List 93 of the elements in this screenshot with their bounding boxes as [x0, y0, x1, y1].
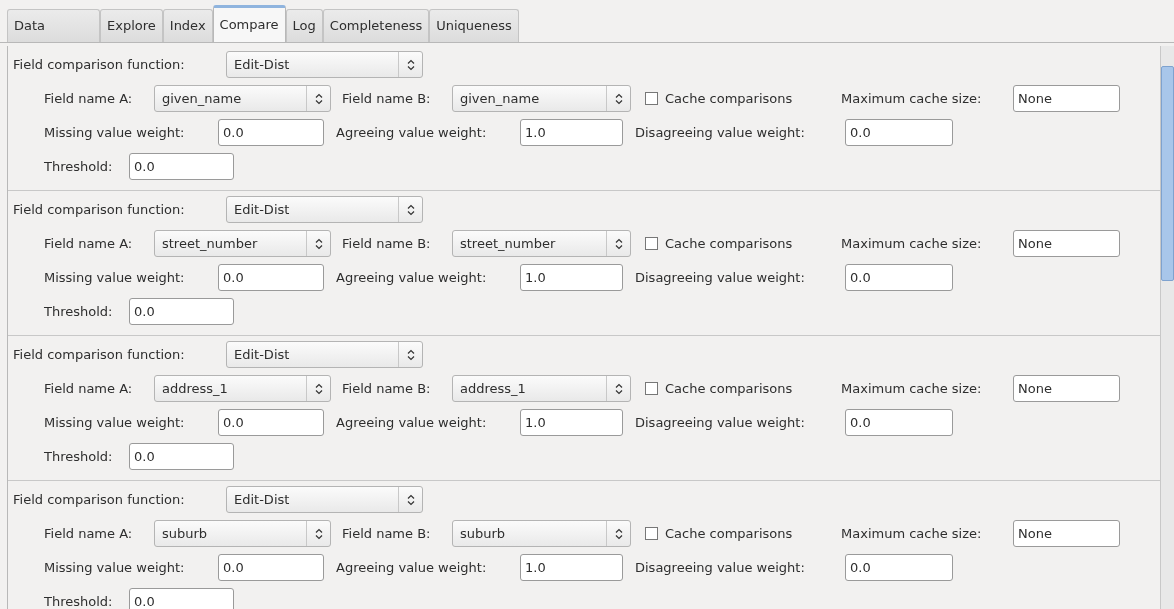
checkbox[interactable]	[645, 527, 658, 540]
field-label: Field name A:	[44, 234, 134, 253]
input-field[interactable]: 0.0	[218, 119, 324, 146]
tab[interactable]: Data	[7, 9, 100, 42]
field-label: Agreeing value weight:	[336, 413, 488, 432]
field-label: Agreeing value weight:	[336, 268, 488, 287]
updown-icon	[614, 382, 623, 395]
tab[interactable]: Completeness	[322, 9, 430, 42]
input-field[interactable]: 0.0	[218, 554, 324, 581]
input-field[interactable]: 1.0	[520, 119, 623, 146]
field-label: Field name A:	[44, 89, 134, 108]
field-label: Field name B:	[342, 234, 432, 253]
field-label: Field comparison function:	[13, 490, 186, 509]
field-label: Missing value weight:	[44, 413, 186, 432]
scrollbar[interactable]	[1160, 46, 1174, 609]
dropdown[interactable]: Edit-Dist	[226, 341, 423, 368]
dropdown[interactable]: address_1	[452, 375, 631, 402]
field-label: Missing value weight:	[44, 558, 186, 577]
dropdown[interactable]: street_number	[154, 230, 331, 257]
field-label: Disagreeing value weight:	[635, 413, 806, 432]
updown-icon	[614, 527, 623, 540]
checkbox-label: Cache comparisons	[665, 524, 794, 543]
field-label: Threshold:	[44, 447, 114, 466]
input-field[interactable]: None	[1013, 375, 1120, 402]
tab[interactable]: Index	[162, 9, 213, 42]
field-label: Missing value weight:	[44, 268, 186, 287]
updown-icon	[614, 92, 623, 105]
updown-icon	[406, 58, 415, 71]
input-field[interactable]: 0.0	[218, 264, 324, 291]
field-label: Field name B:	[342, 379, 432, 398]
field-label: Maximum cache size:	[841, 524, 983, 543]
input-field[interactable]: 0.0	[845, 119, 953, 146]
updown-icon	[406, 493, 415, 506]
input-field[interactable]: 1.0	[520, 409, 623, 436]
field-label: Disagreeing value weight:	[635, 123, 806, 142]
input-field[interactable]: 1.0	[520, 264, 623, 291]
updown-icon	[406, 203, 415, 216]
updown-icon	[314, 382, 323, 395]
tab[interactable]: Uniqueness	[429, 9, 519, 42]
dropdown[interactable]: address_1	[154, 375, 331, 402]
dropdown[interactable]: suburb	[452, 520, 631, 547]
field-label: Agreeing value weight:	[336, 558, 488, 577]
field-label: Threshold:	[44, 157, 114, 176]
updown-icon	[406, 348, 415, 361]
input-field[interactable]: None	[1013, 230, 1120, 257]
field-label: Maximum cache size:	[841, 89, 983, 108]
checkbox-label: Cache comparisons	[665, 234, 794, 253]
field-label: Maximum cache size:	[841, 234, 983, 253]
input-field[interactable]: 1.0	[520, 554, 623, 581]
input-field[interactable]: 0.0	[129, 298, 234, 325]
field-label: Field comparison function:	[13, 345, 186, 364]
field-label: Missing value weight:	[44, 123, 186, 142]
updown-icon	[314, 92, 323, 105]
field-label: Field name A:	[44, 524, 134, 543]
input-field[interactable]: 0.0	[845, 554, 953, 581]
input-field[interactable]: 0.0	[845, 409, 953, 436]
dropdown[interactable]: street_number	[452, 230, 631, 257]
field-label: Field name A:	[44, 379, 134, 398]
dropdown[interactable]: given_name	[452, 85, 631, 112]
input-field[interactable]: 0.0	[129, 588, 234, 609]
checkbox[interactable]	[645, 92, 658, 105]
dropdown[interactable]: Edit-Dist	[226, 486, 423, 513]
tab[interactable]: Explore	[100, 9, 163, 42]
field-label: Field comparison function:	[13, 200, 186, 219]
field-label: Field comparison function:	[13, 55, 186, 74]
input-field[interactable]: None	[1013, 85, 1120, 112]
field-label: Threshold:	[44, 592, 114, 609]
scroll-thumb[interactable]	[1161, 66, 1174, 281]
field-label: Field name B:	[342, 524, 432, 543]
dropdown[interactable]: suburb	[154, 520, 331, 547]
checkbox[interactable]	[645, 382, 658, 395]
field-label: Maximum cache size:	[841, 379, 983, 398]
input-field[interactable]: None	[1013, 520, 1120, 547]
field-label: Agreeing value weight:	[336, 123, 488, 142]
updown-icon	[314, 527, 323, 540]
input-field[interactable]: 0.0	[218, 409, 324, 436]
checkbox-label: Cache comparisons	[665, 379, 794, 398]
input-field[interactable]: 0.0	[129, 153, 234, 180]
field-label: Disagreeing value weight:	[635, 268, 806, 287]
tab[interactable]: Log	[285, 9, 323, 42]
field-label: Threshold:	[44, 302, 114, 321]
dropdown[interactable]: Edit-Dist	[226, 196, 423, 223]
updown-icon	[314, 237, 323, 250]
checkbox[interactable]	[645, 237, 658, 250]
input-field[interactable]: 0.0	[129, 443, 234, 470]
updown-icon	[614, 237, 623, 250]
checkbox-label: Cache comparisons	[665, 89, 794, 108]
input-field[interactable]: 0.0	[845, 264, 953, 291]
dropdown[interactable]: given_name	[154, 85, 331, 112]
dropdown[interactable]: Edit-Dist	[226, 51, 423, 78]
field-label: Disagreeing value weight:	[635, 558, 806, 577]
tab[interactable]: Compare	[212, 5, 286, 42]
field-label: Field name B:	[342, 89, 432, 108]
